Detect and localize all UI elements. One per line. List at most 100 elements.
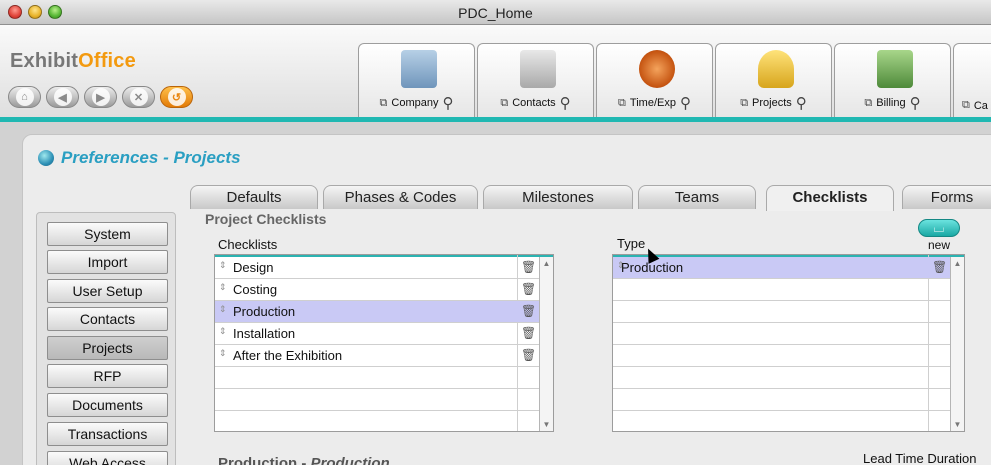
module-label: Projects: [752, 97, 792, 109]
table-row[interactable]: ⇕ Design 🗑: [215, 257, 539, 279]
sidebar-item-documents[interactable]: Documents: [47, 393, 168, 417]
home-button[interactable]: ⌂: [8, 86, 41, 108]
app-window: PDC_Home ExhibitOffice ⌂ ◀ ▶ ✕ ↺ ⧉ Compan…: [0, 0, 991, 465]
tab-defaults[interactable]: Defaults: [190, 185, 318, 209]
vertical-scrollbar[interactable]: ▲ ▼: [539, 257, 553, 431]
stopwatch-icon: [639, 50, 675, 88]
tab-milestones[interactable]: Milestones: [483, 185, 633, 209]
back-icon: ◀: [53, 88, 72, 106]
drag-handle-icon[interactable]: ⇕: [219, 260, 227, 271]
drag-handle-icon[interactable]: ⇕: [219, 282, 227, 293]
drag-handle-icon[interactable]: ⇕: [219, 326, 227, 337]
module-tab-billing[interactable]: ⧉ Billing ⚲: [834, 43, 951, 118]
table-row[interactable]: ⇕ After the Exhibition 🗑: [215, 345, 539, 367]
brand-logo: ExhibitOffice: [10, 50, 136, 73]
open-window-icon: ⧉: [379, 96, 388, 109]
hardhat-icon: [758, 50, 794, 88]
drag-handle-icon[interactable]: ⇕: [219, 304, 227, 315]
row-label: Production: [233, 304, 296, 319]
back-button[interactable]: ◀: [46, 86, 79, 108]
trash-icon[interactable]: 🗑: [521, 282, 536, 296]
table-row-selected[interactable]: ⇕ Production 🗑: [613, 257, 950, 279]
title-bar: PDC_Home: [0, 0, 991, 25]
scroll-up-icon[interactable]: ▲: [540, 259, 553, 268]
table-row-empty: [613, 367, 950, 389]
tab-checklists[interactable]: Checklists: [766, 185, 894, 211]
trash-icon[interactable]: 🗑: [932, 260, 947, 274]
tab-forms[interactable]: Forms: [902, 185, 991, 209]
row-label: Production: [621, 260, 684, 275]
open-window-icon: ⧉: [864, 96, 873, 109]
page-title: Preferences - Projects: [38, 148, 241, 168]
table-row-empty: [613, 345, 950, 367]
search-icon[interactable]: ⚲: [560, 94, 571, 112]
row-label: After the Exhibition: [233, 348, 343, 363]
scroll-up-icon[interactable]: ▲: [951, 259, 964, 268]
sidebar-item-import[interactable]: Import: [47, 250, 168, 274]
search-icon[interactable]: ⚲: [796, 94, 807, 112]
sidebar-item-transactions[interactable]: Transactions: [47, 422, 168, 446]
trash-icon[interactable]: 🗑: [521, 304, 536, 318]
forward-icon: ▶: [91, 88, 110, 106]
table-row-empty: [215, 389, 539, 411]
drag-handle-icon[interactable]: ⇕: [219, 348, 227, 359]
module-label: Company: [391, 97, 439, 109]
open-window-icon: ⧉: [618, 96, 626, 109]
nav-buttons: ⌂ ◀ ▶ ✕ ↺: [8, 86, 193, 108]
sidebar-item-rfp[interactable]: RFP: [47, 364, 168, 388]
module-label: Billing: [876, 97, 906, 109]
open-window-icon: ⧉: [740, 96, 749, 109]
search-icon[interactable]: ⚲: [442, 94, 453, 112]
sidebar-item-system[interactable]: System: [47, 222, 168, 246]
checklists-table: ⇕ Design 🗑 ⇕ Costing 🗑 ⇕ Production 🗑 ⇕ …: [214, 254, 554, 432]
table-row-empty: [613, 279, 950, 301]
sidebar-item-web-access[interactable]: Web Access: [47, 451, 168, 465]
close-icon: ✕: [129, 88, 148, 106]
scroll-down-icon[interactable]: ▼: [951, 420, 964, 429]
table-row-selected[interactable]: ⇕ Production 🗑: [215, 301, 539, 323]
trash-icon[interactable]: 🗑: [521, 326, 536, 340]
tab-phases-codes[interactable]: Phases & Codes: [323, 185, 478, 209]
sidebar-item-user-setup[interactable]: User Setup: [47, 279, 168, 303]
module-tab-calendar[interactable]: ⧉ Ca: [953, 43, 991, 118]
new-type-button[interactable]: ⌴: [918, 219, 960, 237]
module-tab-projects[interactable]: ⧉ Projects ⚲: [715, 43, 832, 118]
tab-teams[interactable]: Teams: [638, 185, 756, 209]
checklists-header: Checklists: [218, 237, 278, 252]
bullet-icon: [38, 150, 54, 166]
module-tab-contacts[interactable]: ⧉ Contacts ⚲: [477, 43, 594, 118]
brand-part2: Office: [78, 50, 136, 72]
detail-title-part2: Production: [310, 455, 390, 465]
module-tab-time-exp[interactable]: ⧉ Time/Exp ⚲: [596, 43, 713, 118]
trash-icon[interactable]: 🗑: [521, 260, 536, 274]
detail-title: Production - Production: [218, 455, 390, 465]
type-table: ⇕ Production 🗑 ▲ ▼: [612, 254, 965, 432]
refresh-button[interactable]: ↺: [160, 86, 193, 108]
table-row-empty: [613, 301, 950, 323]
stop-button[interactable]: ✕: [122, 86, 155, 108]
window-title: PDC_Home: [458, 5, 533, 21]
detail-title-part1: Production: [218, 455, 298, 465]
open-window-icon: ⧉: [962, 99, 970, 111]
vertical-scrollbar[interactable]: ▲ ▼: [950, 257, 964, 431]
row-label: Costing: [233, 282, 278, 297]
search-icon[interactable]: ⚲: [680, 94, 691, 112]
table-row-empty: [215, 367, 539, 389]
module-label: Time/Exp: [629, 97, 676, 109]
detail-title-separator: -: [297, 455, 311, 465]
search-icon[interactable]: ⚲: [910, 94, 921, 112]
trash-icon[interactable]: 🗑: [521, 348, 536, 362]
new-label: new: [928, 238, 951, 252]
sidebar-item-projects[interactable]: Projects: [47, 336, 168, 360]
sidebar: System Import User Setup Contacts Projec…: [36, 212, 176, 465]
refresh-icon: ↺: [167, 88, 186, 106]
table-row[interactable]: ⇕ Costing 🗑: [215, 279, 539, 301]
sidebar-item-contacts[interactable]: Contacts: [47, 307, 168, 331]
table-row[interactable]: ⇕ Installation 🗑: [215, 323, 539, 345]
scroll-down-icon[interactable]: ▼: [540, 420, 553, 429]
brand-part1: Exhibit: [10, 50, 79, 72]
forward-button[interactable]: ▶: [84, 86, 117, 108]
module-tab-company[interactable]: ⧉ Company ⚲: [358, 43, 475, 118]
module-tabs: ⧉ Company ⚲ ⧉ Contacts ⚲ ⧉ Time/Exp ⚲ ⧉ Project…: [358, 43, 991, 118]
lead-time-duration-labels: Lead Time Duration: [863, 451, 977, 465]
